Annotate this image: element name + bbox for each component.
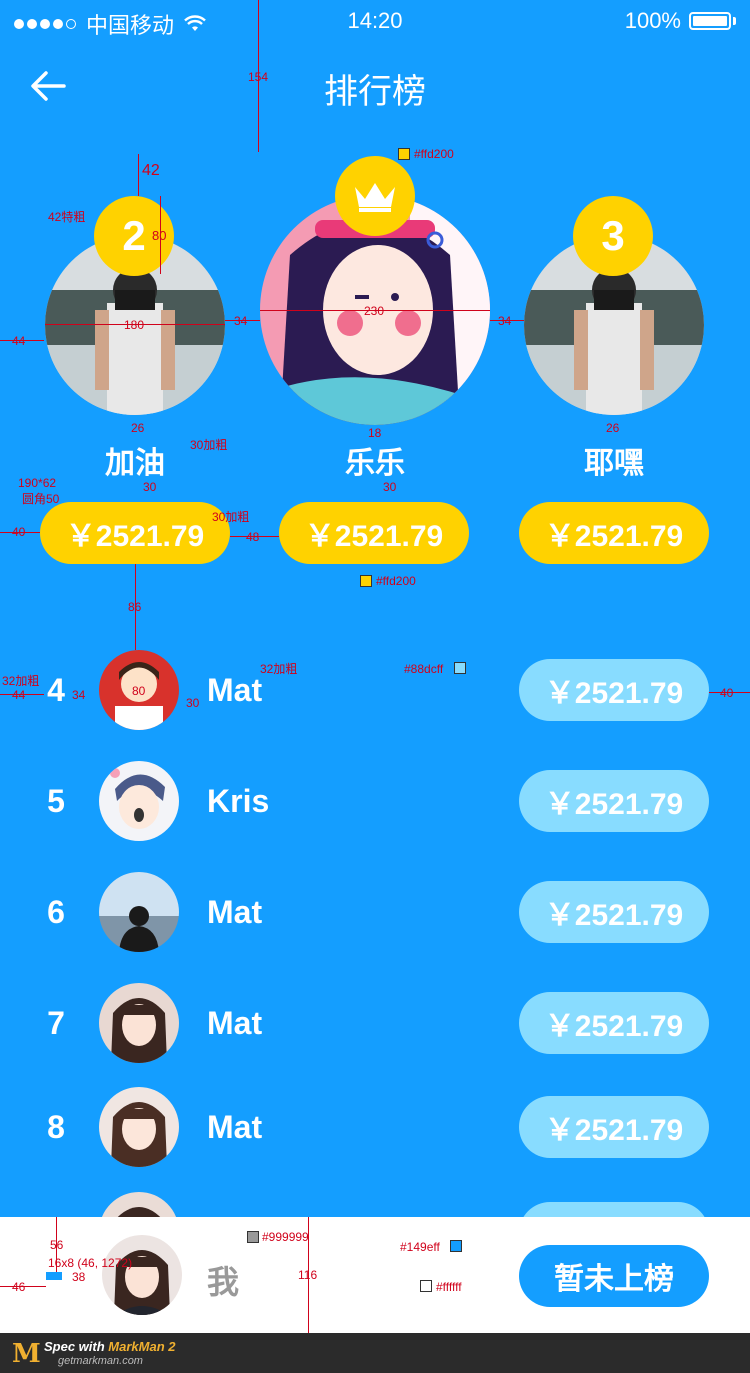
measure-label: 40 (12, 525, 26, 539)
avatar (99, 983, 179, 1063)
list-item[interactable]: 7 Mat ￥2521.79 (0, 983, 750, 1063)
measure-label: 44 (12, 334, 26, 348)
measure-label: 46 (12, 1280, 26, 1294)
rank-number: 4 (47, 672, 65, 708)
spec-brand: MarkMan 2 (108, 1339, 176, 1354)
podium-amount-1: ￥2521.79 (279, 502, 469, 564)
rank-number: 5 (47, 783, 65, 819)
measure-label: 30加粗 (212, 510, 250, 524)
podium-amount-2: ￥2521.79 (40, 502, 230, 564)
battery-percent: 100% (624, 8, 681, 33)
row-name: Mat (207, 1005, 263, 1041)
color-swatch (420, 1280, 432, 1292)
row-name: Mat (207, 672, 263, 708)
measure-label: 32加粗 (2, 674, 40, 688)
spec-label: Spec with MarkMan 2 (44, 1339, 176, 1354)
rank-badge-1 (335, 156, 415, 236)
color-label: #149eff (400, 1240, 440, 1254)
measure-label: 34 (498, 314, 512, 328)
list-item[interactable]: 8 Mat ￥2521.79 (0, 1087, 750, 1167)
page-title: 排行榜 (324, 73, 426, 111)
measure-label: 26 (606, 421, 620, 435)
podium-name-3: 耶嘿 (584, 447, 644, 480)
rank-number: 6 (47, 894, 65, 930)
measure-label: 30加粗 (190, 438, 228, 452)
measure-label: 56 (50, 1238, 64, 1252)
color-label: #ffffff (436, 1280, 462, 1294)
measure-label: 30 (143, 480, 157, 494)
measure-label: 40 (720, 686, 734, 700)
row-amount: ￥2521.79 (519, 659, 709, 721)
measure-label: 圆角50 (22, 492, 60, 506)
measure-line (138, 154, 139, 196)
measure-label: 34 (72, 688, 86, 702)
measure-label: 26 (131, 421, 145, 435)
podium-amount-3: ￥2521.79 (519, 502, 709, 564)
color-swatch (450, 1240, 462, 1252)
color-swatch (454, 662, 466, 674)
markman-logo: M (12, 1339, 41, 1369)
measure-label: 86 (128, 600, 142, 614)
crown-icon (355, 183, 395, 212)
rank-number: 7 (47, 1005, 65, 1041)
measure-label: 18 (368, 426, 382, 440)
avatar (99, 1087, 179, 1167)
my-rank-bar: 我 暂未上榜 (0, 1217, 750, 1333)
measure-label: 30 (383, 480, 397, 494)
row-amount: ￥2521.79 (519, 1096, 709, 1158)
avatar (99, 872, 179, 952)
row-name: Kris (207, 783, 270, 819)
battery-icon (689, 12, 731, 30)
list-item[interactable]: 5 Kris ￥2521.79 (0, 761, 750, 841)
not-ranked-button[interactable]: 暂未上榜 (519, 1245, 709, 1307)
color-label: #88dcff (404, 662, 444, 676)
markman-url: getmarkman.com (58, 1355, 143, 1367)
color-swatch (398, 148, 410, 160)
measure-label: 32加粗 (260, 662, 298, 676)
measure-label: 42 (142, 162, 160, 179)
row-name: Mat (207, 894, 263, 930)
color-label: #ffd200 (414, 147, 454, 161)
row-name: Mat (207, 1109, 263, 1145)
measure-label: 80 (132, 684, 146, 698)
my-rank-icon (46, 1272, 62, 1280)
my-avatar (102, 1235, 182, 1315)
measure-label: 154 (248, 70, 269, 84)
rank-number: 8 (47, 1109, 65, 1145)
measure-label: 34 (234, 314, 248, 328)
measure-label: 80 (152, 228, 167, 243)
list-item[interactable]: 6 Mat ￥2521.79 (0, 872, 750, 952)
measure-label: 16x8 (46, 1272) (48, 1256, 133, 1270)
measure-label: 30 (186, 696, 200, 710)
row-amount: ￥2521.79 (519, 770, 709, 832)
rank-badge-3: 3 (573, 196, 653, 276)
color-label: #ffd200 (376, 574, 416, 588)
row-amount: ￥2521.79 (519, 992, 709, 1054)
measure-label: 38 (72, 1270, 86, 1284)
status-bar: 中国移动 14:20 100% (0, 0, 750, 42)
podium-name-1: 乐乐 (345, 447, 405, 480)
list-item[interactable]: 4 Mat ￥2521.79 (0, 650, 750, 730)
measure-label: 230 (364, 304, 385, 318)
spec-prefix: Spec with (44, 1339, 109, 1354)
avatar (99, 761, 179, 841)
measure-label: 48 (246, 530, 260, 544)
color-swatch (247, 1231, 259, 1243)
measure-label: 42特粗 (48, 210, 86, 224)
measure-label: 190*62 (18, 476, 57, 490)
measure-label: 116 (298, 1268, 318, 1282)
my-name: 我 (207, 1264, 240, 1300)
color-swatch (360, 575, 372, 587)
measure-label: 180 (124, 318, 145, 332)
row-amount: ￥2521.79 (519, 881, 709, 943)
measure-label: 44 (12, 688, 26, 702)
markman-footer: M Spec with MarkMan 2 getmarkman.com (0, 1333, 750, 1373)
battery-info: 100% (625, 8, 736, 34)
color-label: #999999 (262, 1230, 309, 1244)
